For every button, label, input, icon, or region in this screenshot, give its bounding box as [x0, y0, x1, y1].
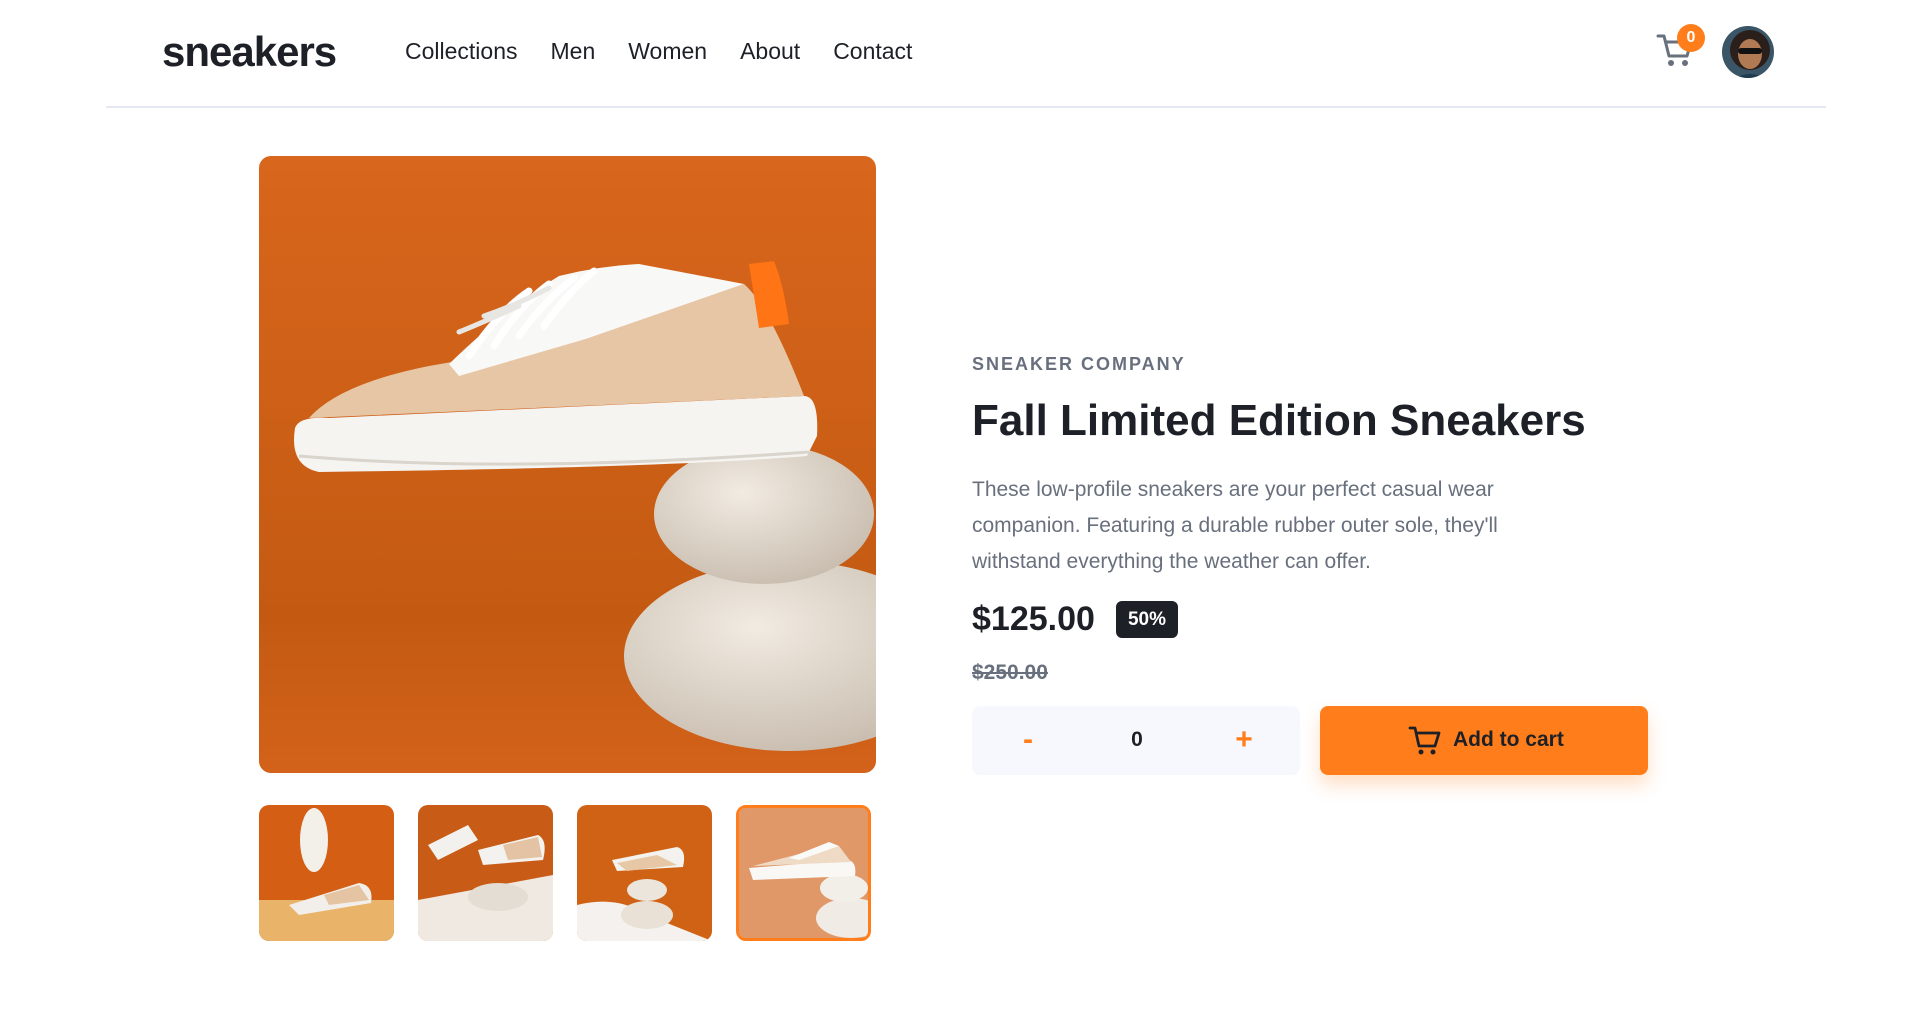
cart-count-badge: 0 — [1677, 24, 1705, 52]
decrease-quantity-button[interactable]: - — [1008, 720, 1048, 760]
user-avatar[interactable] — [1720, 24, 1776, 80]
product-title: Fall Limited Edition Sneakers — [972, 396, 1586, 445]
product-thumbnail-2[interactable] — [418, 805, 553, 941]
thumbnail-image — [577, 805, 712, 941]
thumbnail-image — [259, 805, 394, 941]
logo[interactable]: sneakers — [162, 28, 337, 76]
product-thumbnail-4[interactable] — [736, 805, 871, 941]
avatar-image — [1722, 26, 1774, 78]
quantity-value: 0 — [1131, 728, 1143, 751]
main-nav: Collections Men Women About Contact — [405, 38, 945, 65]
thumbnail-image — [418, 805, 553, 941]
nav-contact[interactable]: Contact — [833, 38, 912, 65]
discount-badge: 50% — [1116, 601, 1178, 638]
site-header: sneakers Collections Men Women About Con… — [106, 0, 1826, 108]
product-description: These low-profile sneakers are your perf… — [972, 478, 1498, 573]
nav-about[interactable]: About — [740, 38, 800, 65]
product-thumbnail-3[interactable] — [577, 805, 712, 941]
thumbnail-image — [739, 808, 868, 938]
cart-icon — [1408, 726, 1441, 755]
current-price: $125.00 — [972, 600, 1095, 638]
add-to-cart-label: Add to cart — [1453, 728, 1564, 751]
original-price: $250.00 — [972, 661, 1048, 684]
thumbnail-strip — [259, 805, 876, 941]
increase-quantity-button[interactable]: + — [1224, 720, 1264, 760]
company-name: SNEAKER COMPANY — [972, 354, 1186, 374]
product-thumbnail-1[interactable] — [259, 805, 394, 941]
quantity-stepper: - 0 + — [972, 706, 1300, 775]
nav-women[interactable]: Women — [628, 38, 707, 65]
nav-collections[interactable]: Collections — [405, 38, 518, 65]
product-main-image[interactable] — [259, 156, 876, 773]
sneaker-photo — [259, 156, 876, 773]
add-to-cart-button[interactable]: Add to cart — [1320, 706, 1648, 775]
nav-men[interactable]: Men — [551, 38, 596, 65]
